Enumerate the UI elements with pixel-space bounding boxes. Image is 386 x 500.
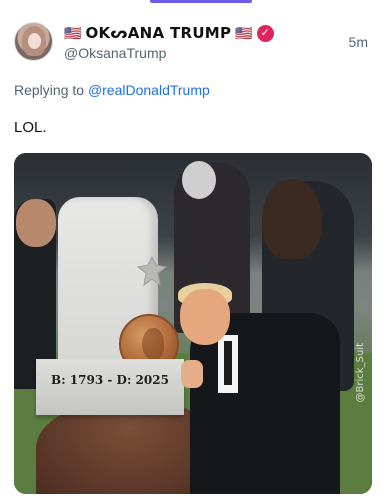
us-flag-icon: 🇺🇸 xyxy=(64,25,82,41)
person-kneeling-man-pointing-hand xyxy=(181,360,203,388)
avatar[interactable] xyxy=(14,22,53,61)
person-background-woman-head xyxy=(182,161,216,199)
author-handle[interactable]: @OksanaTrump xyxy=(64,45,166,61)
post-text: LOL. xyxy=(14,119,47,136)
reply-context: Replying to @realDonaldTrump xyxy=(14,82,210,98)
post-header: 🇺🇸 OKᔕANA TRUMP 🇺🇸 ✓ @OksanaTrump 5m xyxy=(14,22,372,66)
post-timestamp[interactable]: 5m xyxy=(349,34,368,50)
post-media-image[interactable]: B: 1793 - D: 2025 @Brick_Suit xyxy=(14,153,372,494)
image-watermark: @Brick_Suit xyxy=(355,343,366,403)
reply-mention-link[interactable]: @realDonaldTrump xyxy=(88,82,210,98)
author-name-row[interactable]: 🇺🇸 OKᔕANA TRUMP 🇺🇸 ✓ xyxy=(64,23,274,43)
person-left-man-head xyxy=(16,199,56,247)
person-kneeling-man-tie xyxy=(224,341,232,385)
tombstone-epitaph: B: 1793 - D: 2025 xyxy=(51,373,169,387)
penny-lincoln-profile xyxy=(142,328,164,360)
tombstone-base: B: 1793 - D: 2025 xyxy=(36,359,184,415)
person-kneeling-man-head xyxy=(180,289,230,345)
tombstone-cross-emblem xyxy=(136,255,168,287)
us-flag-icon: 🇺🇸 xyxy=(235,25,253,41)
person-right-woman-hair xyxy=(262,179,322,259)
avatar-face xyxy=(28,33,41,49)
verified-badge-icon: ✓ xyxy=(256,24,274,42)
display-name[interactable]: OKᔕANA TRUMP xyxy=(85,24,231,42)
reply-prefix: Replying to xyxy=(14,82,85,98)
active-tab-indicator xyxy=(150,0,252,3)
